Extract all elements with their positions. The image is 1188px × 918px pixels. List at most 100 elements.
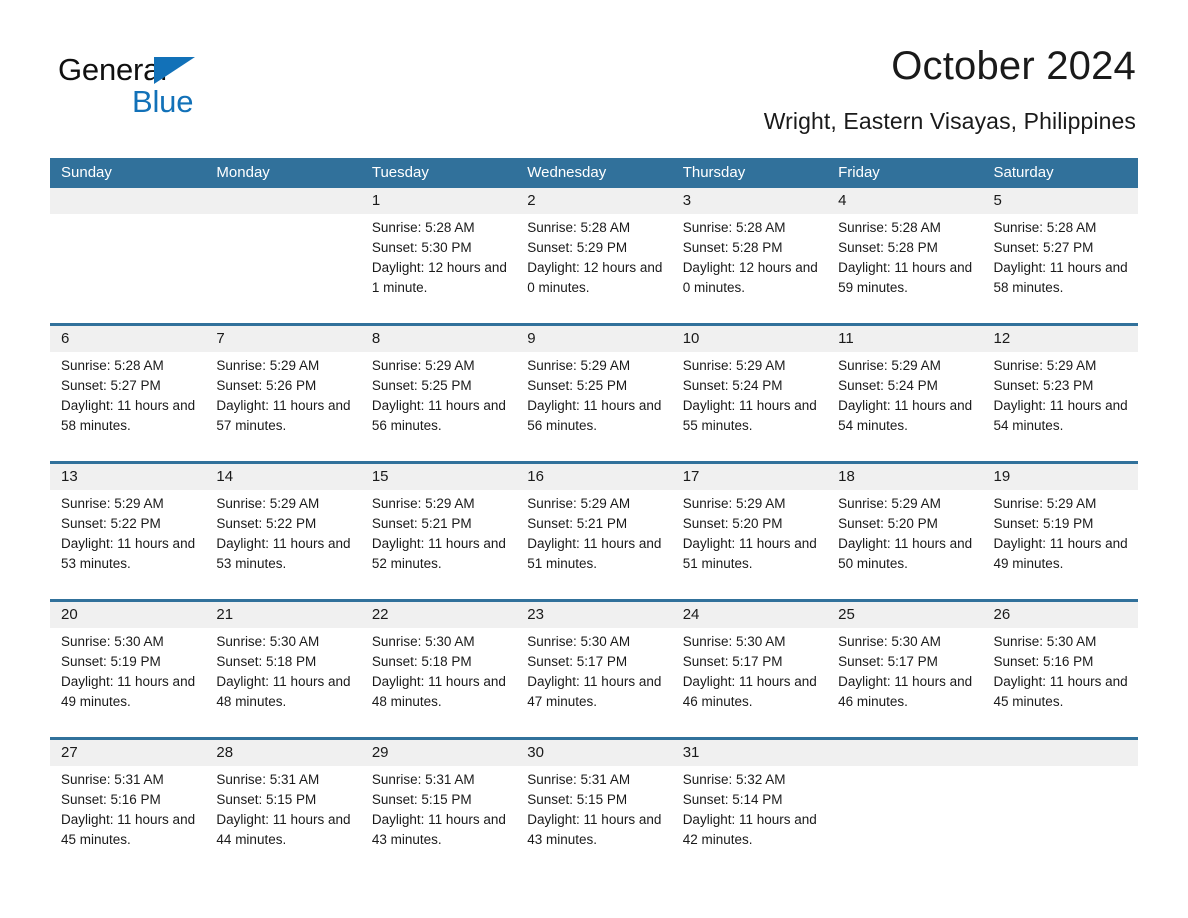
daylight-text: Daylight: 12 hours and 0 minutes. [527,260,663,295]
day-number: 24 [682,606,700,623]
sunset-text: Sunset: 5:27 PM [993,240,1094,255]
triangle-icon [154,57,195,84]
sunrise-text: Sunrise: 5:29 AM [682,496,786,511]
sunrise-text: Sunrise: 5:28 AM [527,220,631,235]
day-cell: Sunrise: 5:29 AM Sunset: 5:22 PM Dayligh… [205,490,360,599]
page-subtitle: Wright, Eastern Visayas, Philippines [763,108,1136,134]
day-cell [50,214,205,323]
day-number: 22 [371,606,389,623]
day-number-band: 20 21 22 23 24 25 26 [50,602,1138,628]
daylight-text: Daylight: 11 hours and 46 minutes. [682,674,817,709]
sunrise-text: Sunrise: 5:29 AM [216,496,320,511]
day-cell: Sunrise: 5:29 AM Sunset: 5:19 PM Dayligh… [983,490,1138,599]
daylight-text: Daylight: 11 hours and 52 minutes. [371,536,506,571]
day-cell: Sunrise: 5:29 AM Sunset: 5:21 PM Dayligh… [516,490,671,599]
day-number: 2 [527,192,536,209]
sunrise-text: Sunrise: 5:29 AM [993,358,1097,373]
sunset-text: Sunset: 5:21 PM [527,516,628,531]
weekday-header-saturday: Saturday [993,164,1054,181]
day-number: 9 [527,330,536,347]
week-row: 6 7 8 9 10 11 12 Sunrise: 5:28 AM Sunset… [50,323,1138,461]
day-cell: Sunrise: 5:29 AM Sunset: 5:20 PM Dayligh… [672,490,827,599]
daylight-text: Daylight: 11 hours and 47 minutes. [527,674,662,709]
day-number: 26 [993,606,1011,623]
day-number: 3 [682,192,692,209]
sunset-text: Sunset: 5:29 PM [527,240,628,255]
page-header: General Blue October 2024 Wright, Easter… [50,0,1138,134]
sunrise-text: Sunrise: 5:30 AM [682,634,786,649]
day-detail-band: Sunrise: 5:28 AM Sunset: 5:27 PM Dayligh… [50,352,1138,461]
day-number: 31 [682,744,700,761]
day-cell: Sunrise: 5:29 AM Sunset: 5:22 PM Dayligh… [50,490,205,599]
day-detail-band: Sunrise: 5:28 AM Sunset: 5:30 PM Dayligh… [50,214,1138,323]
sunset-text: Sunset: 5:20 PM [838,516,938,531]
day-cell: Sunrise: 5:29 AM Sunset: 5:26 PM Dayligh… [205,352,360,461]
sunset-text: Sunset: 5:18 PM [371,654,472,669]
generalblue-logo: General Blue [58,46,208,119]
sunrise-text: Sunrise: 5:28 AM [993,220,1097,235]
sunset-text: Sunset: 5:25 PM [371,378,472,393]
sunset-text: Sunset: 5:25 PM [527,378,628,393]
daylight-text: Daylight: 11 hours and 45 minutes. [993,674,1128,709]
sunrise-text: Sunrise: 5:29 AM [61,496,164,511]
daylight-text: Daylight: 12 hours and 1 minute. [371,260,507,295]
sunrise-text: Sunrise: 5:31 AM [216,772,320,787]
day-cell: Sunrise: 5:31 AM Sunset: 5:15 PM Dayligh… [516,766,671,878]
week-row: 1 2 3 4 5 Sunrise: 5:28 AM Sunset: 5:30 … [50,188,1138,323]
daylight-text: Daylight: 11 hours and 50 minutes. [838,536,973,571]
day-number-band: 13 14 15 16 17 18 19 [50,464,1138,490]
day-number: 29 [371,744,389,761]
sunrise-text: Sunrise: 5:29 AM [838,496,941,511]
day-cell: Sunrise: 5:29 AM Sunset: 5:25 PM Dayligh… [516,352,671,461]
day-cell: Sunrise: 5:28 AM Sunset: 5:29 PM Dayligh… [516,214,671,323]
daylight-text: Daylight: 11 hours and 49 minutes. [61,674,196,709]
sunrise-text: Sunrise: 5:31 AM [527,772,631,787]
daylight-text: Daylight: 11 hours and 43 minutes. [527,812,662,847]
sunset-text: Sunset: 5:15 PM [371,792,472,807]
sunrise-text: Sunrise: 5:29 AM [371,358,475,373]
day-cell: Sunrise: 5:28 AM Sunset: 5:28 PM Dayligh… [827,214,982,323]
daylight-text: Daylight: 11 hours and 53 minutes. [61,536,196,571]
day-cell: Sunrise: 5:30 AM Sunset: 5:19 PM Dayligh… [50,628,205,737]
daylight-text: Daylight: 11 hours and 48 minutes. [216,674,351,709]
day-number [50,188,205,214]
daylight-text: Daylight: 11 hours and 51 minutes. [527,536,662,571]
week-row: 13 14 15 16 17 18 19 Sunrise: 5:29 AM Su… [50,461,1138,599]
daylight-text: Daylight: 11 hours and 51 minutes. [682,536,817,571]
daylight-text: Daylight: 11 hours and 58 minutes. [61,398,196,433]
sunset-text: Sunset: 5:19 PM [993,516,1094,531]
day-cell: Sunrise: 5:30 AM Sunset: 5:17 PM Dayligh… [827,628,982,737]
sunrise-text: Sunrise: 5:28 AM [682,220,786,235]
sunrise-text: Sunrise: 5:32 AM [682,772,786,787]
sunset-text: Sunset: 5:17 PM [838,654,938,669]
sunrise-text: Sunrise: 5:30 AM [993,634,1097,649]
day-number: 10 [682,330,700,347]
day-number: 20 [61,606,78,623]
day-number: 1 [371,192,381,209]
daylight-text: Daylight: 11 hours and 56 minutes. [371,398,506,433]
day-cell: Sunrise: 5:32 AM Sunset: 5:14 PM Dayligh… [672,766,827,878]
sunset-text: Sunset: 5:21 PM [371,516,472,531]
daylight-text: Daylight: 11 hours and 43 minutes. [371,812,506,847]
day-cell: Sunrise: 5:29 AM Sunset: 5:23 PM Dayligh… [983,352,1138,461]
sunset-text: Sunset: 5:22 PM [216,516,317,531]
daylight-text: Daylight: 11 hours and 48 minutes. [371,674,506,709]
week-row: 20 21 22 23 24 25 26 Sunrise: 5:30 AM Su… [50,599,1138,737]
sunrise-text: Sunrise: 5:29 AM [993,496,1097,511]
weekday-header-row: Sunday Monday Tuesday Wednesday Thursday… [50,158,1138,188]
weekday-header-wednesday: Wednesday [527,164,607,181]
day-cell: Sunrise: 5:28 AM Sunset: 5:27 PM Dayligh… [50,352,205,461]
weekday-header-tuesday: Tuesday [371,164,429,181]
day-number-band: 27 28 29 30 31 [50,740,1138,766]
sunrise-text: Sunrise: 5:29 AM [838,358,941,373]
day-cell: Sunrise: 5:29 AM Sunset: 5:25 PM Dayligh… [361,352,516,461]
day-number: 27 [61,744,78,761]
day-cell [205,214,360,323]
sunset-text: Sunset: 5:17 PM [682,654,783,669]
sunset-text: Sunset: 5:28 PM [838,240,938,255]
day-cell: Sunrise: 5:30 AM Sunset: 5:17 PM Dayligh… [516,628,671,737]
sunset-text: Sunset: 5:24 PM [682,378,783,393]
sunset-text: Sunset: 5:24 PM [838,378,938,393]
day-number-band: 6 7 8 9 10 11 12 [50,326,1138,352]
day-number: 7 [216,330,225,347]
